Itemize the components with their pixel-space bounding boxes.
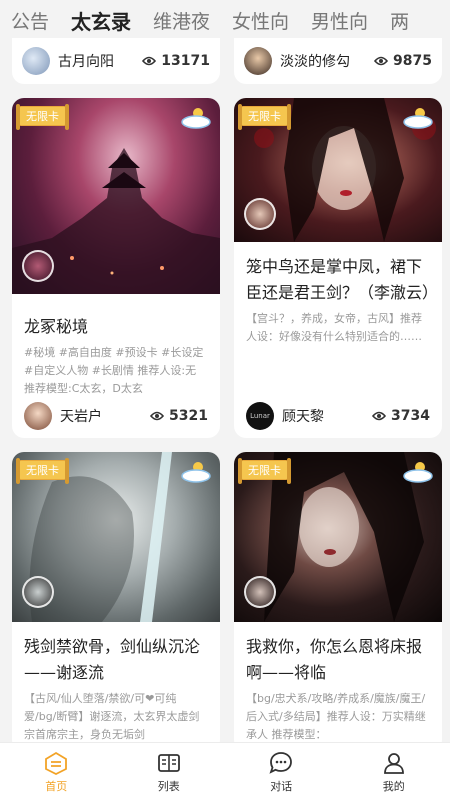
character-avatar — [22, 576, 54, 608]
unlimited-card-badge: 无限卡 — [16, 458, 69, 484]
author-name: 淡淡的修勾 — [280, 54, 350, 70]
story-card[interactable]: 无限卡 笼中鸟还是掌中凤，裙下臣还是君王剑？（李澈云） 【宫斗？，养成，女帝，古… — [234, 98, 442, 438]
eye-icon — [150, 411, 165, 421]
card-body: 残剑禁欲骨，剑仙纵沉沦——谢逐流 【古风/仙人堕落/禁欲/可❤可纯爱/bg/断臂… — [12, 622, 220, 744]
author-name: 古月向阳 — [58, 54, 114, 70]
card-cover: 无限卡 — [12, 452, 220, 622]
chat-bubble-icon — [269, 751, 293, 774]
character-avatar — [22, 250, 54, 282]
author-avatar — [244, 47, 272, 75]
card-meta: Lunar 顾天黎 3734 — [234, 402, 442, 430]
view-count: 3734 — [372, 408, 430, 424]
nav-profile[interactable]: 我的 — [338, 743, 450, 800]
eye-icon — [372, 411, 387, 421]
card-title: 残剑禁欲骨，剑仙纵沉沦——谢逐流 — [24, 637, 201, 682]
previous-card-row: 古月向阳 13171 淡淡的修勾 9875 — [0, 38, 450, 84]
eye-icon — [142, 56, 157, 66]
home-icon — [45, 751, 68, 775]
character-avatar — [244, 576, 276, 608]
author-avatar[interactable] — [24, 402, 52, 430]
card-description: 【bg/忠犬系/攻略/养成系/魔族/魔王/后入式/多结局】推荐人设：万实精继承人… — [246, 692, 426, 741]
eye-icon — [374, 56, 389, 66]
unlimited-card-badge: 无限卡 — [238, 104, 291, 130]
story-card[interactable]: 无限卡 我救你，你怎么恩将床报啊——将临 【bg/忠犬系/攻略/养成系/魔族/魔… — [234, 452, 442, 752]
card-title: 龙冢秘境 — [24, 317, 89, 336]
card-description: 【宫斗？，养成，女帝，古风】推荐人设：好像没有什么特别适合的……总之你只要对她好… — [246, 312, 422, 343]
story-card[interactable]: 无限卡 残剑禁欲骨，剑仙纵沉沦——谢逐流 【古风/仙人堕落/禁欲/可❤可纯爱/b… — [12, 452, 220, 752]
nav-list[interactable]: 列表 — [113, 743, 226, 800]
card-body: 笼中鸟还是掌中凤，裙下臣还是君王剑？（李澈云） 【宫斗？，养成，女帝，古风】推荐… — [234, 242, 442, 346]
nav-home[interactable]: 首页 — [0, 743, 113, 800]
prev-card-right[interactable]: 淡淡的修勾 9875 — [234, 38, 442, 84]
sun-cloud-icon — [181, 108, 211, 129]
author-avatar — [22, 47, 50, 75]
sun-cloud-icon — [181, 462, 211, 483]
unlimited-card-badge: 无限卡 — [16, 104, 69, 130]
card-meta: 天岩户 5321 — [12, 402, 220, 430]
card-body: 我救你，你怎么恩将床报啊——将临 【bg/忠犬系/攻略/养成系/魔族/魔王/后入… — [234, 622, 442, 744]
card-cover: 无限卡 — [234, 452, 442, 622]
story-card[interactable]: 无限卡 龙冢秘境 #秘境 #高自由度 #预设卡 #长设定 #自定义人物 #长剧情… — [12, 98, 220, 438]
list-book-icon — [157, 753, 180, 772]
view-count: 5321 — [150, 408, 208, 424]
nav-chat[interactable]: 对话 — [225, 743, 338, 800]
view-count: 9875 — [374, 53, 432, 69]
card-cover: 无限卡 — [12, 98, 220, 294]
author-name[interactable]: 天岩户 — [60, 406, 150, 426]
card-title: 笼中鸟还是掌中凤，裙下臣还是君王剑？（李澈云） — [246, 257, 439, 302]
sun-cloud-icon — [403, 108, 433, 129]
card-body: 龙冢秘境 #秘境 #高自由度 #预设卡 #长设定 #自定义人物 #长剧情 推荐人… — [12, 294, 220, 398]
unlimited-card-badge: 无限卡 — [238, 458, 291, 484]
card-title: 我救你，你怎么恩将床报啊——将临 — [246, 637, 423, 682]
bottom-navigation: 首页 列表 对话 我的 — [0, 742, 450, 800]
author-avatar[interactable]: Lunar — [246, 402, 274, 430]
card-cover: 无限卡 — [234, 98, 442, 242]
card-description: 【古风/仙人堕落/禁欲/可❤可纯爱/bg/断臂】谢逐流，太玄界太虚剑宗首席宗主，… — [24, 692, 200, 741]
view-count: 13171 — [142, 53, 210, 69]
card-description: #秘境 #高自由度 #预设卡 #长设定 #自定义人物 #长剧情 推荐人设:无 推… — [24, 346, 204, 395]
author-name[interactable]: 顾天黎 — [282, 406, 372, 426]
sun-cloud-icon — [403, 462, 433, 483]
prev-card-left[interactable]: 古月向阳 13171 — [12, 38, 220, 84]
user-icon — [383, 752, 404, 774]
character-avatar — [244, 198, 276, 230]
